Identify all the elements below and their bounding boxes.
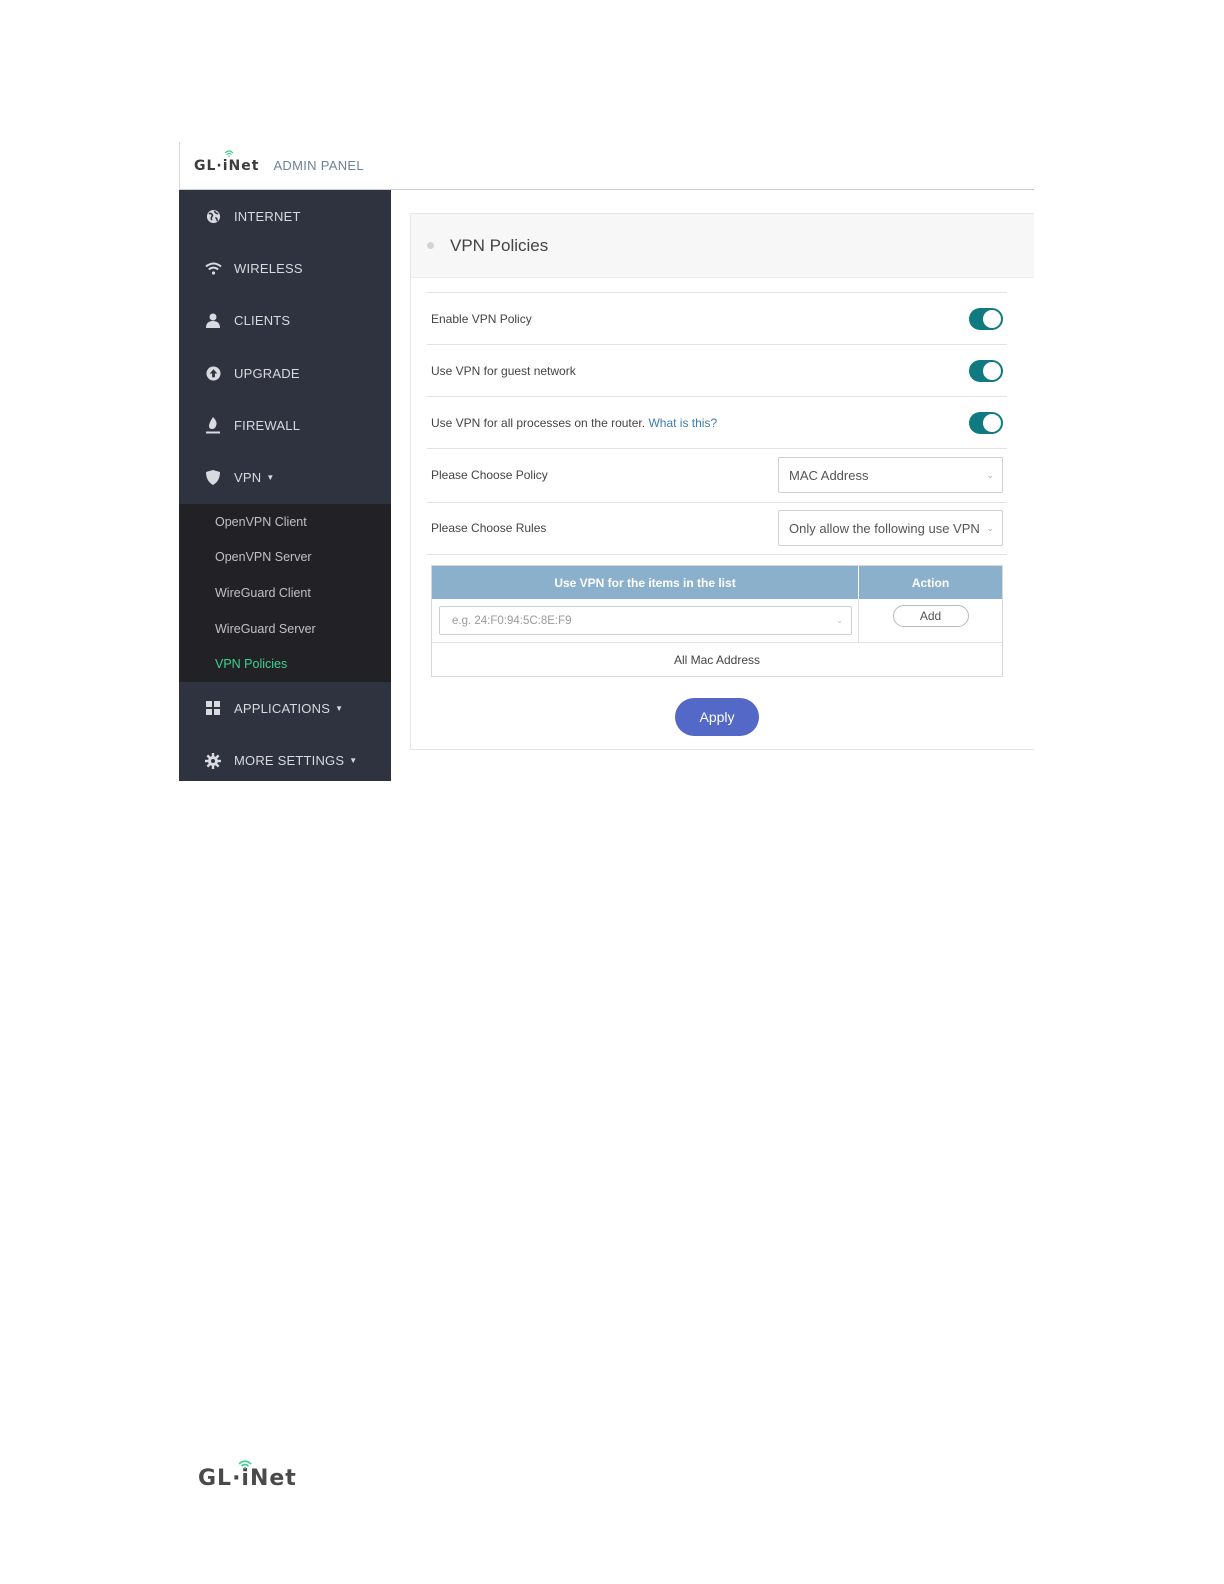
choose-policy-select[interactable]: MAC Address ⌄ xyxy=(778,457,1003,494)
mac-address-placeholder: e.g. 24:F0:94:5C:8E:F9 xyxy=(452,614,572,627)
row-all-processes: Use VPN for all processes on the router.… xyxy=(427,396,1007,448)
all-processes-label-wrap: Use VPN for all processes on the router.… xyxy=(431,416,717,430)
shield-icon xyxy=(204,469,222,487)
admin-panel-label: ADMIN PANEL xyxy=(273,158,364,173)
upload-icon xyxy=(204,364,222,382)
sidebar-item-label: UPGRADE xyxy=(234,365,300,381)
toggle-knob xyxy=(983,361,1001,380)
settings-rows: Enable VPN Policy Use VPN for guest netw… xyxy=(427,292,1007,555)
globe-icon xyxy=(204,207,222,225)
table-cell-action: Add xyxy=(859,599,1002,642)
all-processes-label: Use VPN for all processes on the router. xyxy=(431,415,646,430)
chevron-down-icon: ⌄ xyxy=(986,469,994,480)
row-guest-network: Use VPN for guest network xyxy=(427,344,1007,396)
sidebar-item-label: FIREWALL xyxy=(234,417,301,433)
sidebar-item-clients[interactable]: CLIENTS xyxy=(179,295,391,347)
sidebar-item-applications[interactable]: APPLICATIONS ▼ xyxy=(179,682,391,734)
vpn-submenu: OpenVPN Client OpenVPN Server WireGuard … xyxy=(179,503,391,683)
submenu-item-openvpn-client[interactable]: OpenVPN Client xyxy=(179,504,391,540)
what-is-this-link[interactable]: What is this? xyxy=(648,416,717,430)
choose-rules-value: Only allow the following use VPN xyxy=(789,520,980,536)
caret-down-icon: ▼ xyxy=(349,756,358,766)
all-processes-toggle[interactable] xyxy=(969,411,1003,434)
sidebar-item-more-settings[interactable]: MORE SETTINGS ▼ xyxy=(179,735,391,787)
column-header-items: Use VPN for the items in the list xyxy=(432,566,859,599)
submenu-item-vpn-policies[interactable]: VPN Policies xyxy=(179,647,391,683)
panel-header: VPN Policies xyxy=(411,214,1034,278)
wifi-icon xyxy=(204,259,222,277)
choose-policy-label: Please Choose Policy xyxy=(431,468,548,483)
page-title: VPN Policies xyxy=(450,235,549,255)
top-header: GL·iNet ADMIN PANEL xyxy=(179,142,1034,190)
sidebar-item-label: INTERNET xyxy=(234,208,301,224)
chevron-down-icon: ⌄ xyxy=(986,522,994,533)
footer-gl-inet-logo: GL·iNet xyxy=(198,1460,297,1491)
toggle-knob xyxy=(983,309,1001,328)
row-enable-vpn-policy: Enable VPN Policy xyxy=(427,292,1007,344)
toggle-knob xyxy=(983,413,1001,432)
sidebar-item-label: APPLICATIONS xyxy=(234,700,331,716)
logo-wifi-icon xyxy=(238,1460,252,1469)
footer-logo-text: GL·iNet xyxy=(198,1466,297,1491)
sidebar-item-upgrade[interactable]: UPGRADE xyxy=(179,347,391,399)
vpn-items-table: Use VPN for the items in the list Action… xyxy=(431,565,1003,677)
sidebar-item-vpn[interactable]: VPN ▼ xyxy=(179,451,391,503)
chevron-down-icon: ⌄ xyxy=(836,616,843,625)
grid-icon xyxy=(204,699,222,717)
row-choose-policy: Please Choose Policy MAC Address ⌄ xyxy=(427,448,1007,502)
table-header: Use VPN for the items in the list Action xyxy=(432,566,1002,599)
caret-down-icon: ▼ xyxy=(266,473,275,483)
gear-icon xyxy=(204,752,222,770)
choose-rules-label: Please Choose Rules xyxy=(431,521,547,536)
enable-vpn-policy-toggle[interactable] xyxy=(969,307,1003,330)
apply-button[interactable]: Apply xyxy=(675,698,759,736)
sidebar-item-label: VPN xyxy=(234,470,262,486)
logo-wifi-icon xyxy=(224,149,234,157)
sidebar: INTERNET WIRELESS CLIENTS UPGRADE FIREWA… xyxy=(179,190,391,781)
sidebar-item-label: MORE SETTINGS xyxy=(234,753,345,769)
sidebar-item-internet[interactable]: INTERNET xyxy=(179,190,391,242)
guest-network-toggle[interactable] xyxy=(969,359,1003,382)
submenu-item-wireguard-server[interactable]: WireGuard Server xyxy=(179,611,391,647)
bullet-dot-icon xyxy=(427,242,434,249)
table-row: e.g. 24:F0:94:5C:8E:F9 ⌄ Add xyxy=(432,599,1002,643)
sidebar-item-firewall[interactable]: FIREWALL xyxy=(179,399,391,451)
mac-address-input[interactable]: e.g. 24:F0:94:5C:8E:F9 ⌄ xyxy=(439,606,852,635)
user-icon xyxy=(204,312,222,330)
caret-down-icon: ▼ xyxy=(335,703,344,713)
all-mac-address-row: All Mac Address xyxy=(673,652,761,667)
vpn-policies-panel: VPN Policies Enable VPN Policy Use VPN f… xyxy=(410,213,1034,750)
sidebar-item-wireless[interactable]: WIRELESS xyxy=(179,242,391,294)
add-button[interactable]: Add xyxy=(892,604,969,627)
choose-policy-value: MAC Address xyxy=(789,467,869,483)
enable-vpn-policy-label: Enable VPN Policy xyxy=(431,311,532,326)
logo-text: GL·iNet xyxy=(194,157,260,174)
choose-rules-select[interactable]: Only allow the following use VPN ⌄ xyxy=(778,510,1003,547)
flame-icon xyxy=(204,416,222,434)
column-header-action: Action xyxy=(911,575,950,590)
sidebar-item-label: WIRELESS xyxy=(234,260,303,276)
sidebar-item-label: CLIENTS xyxy=(234,313,291,329)
row-choose-rules: Please Choose Rules Only allow the follo… xyxy=(427,501,1007,555)
gl-inet-logo: GL·iNet xyxy=(194,149,260,174)
table-cell-input: e.g. 24:F0:94:5C:8E:F9 ⌄ xyxy=(432,599,859,642)
guest-network-label: Use VPN for guest network xyxy=(431,363,576,378)
submenu-item-wireguard-client[interactable]: WireGuard Client xyxy=(179,575,391,611)
submenu-item-openvpn-server[interactable]: OpenVPN Server xyxy=(179,539,391,575)
